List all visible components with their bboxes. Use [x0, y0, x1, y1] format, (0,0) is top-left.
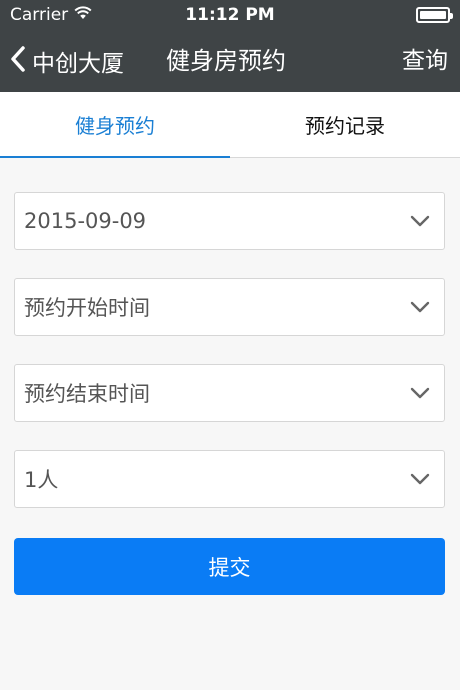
tab-booking-records[interactable]: 预约记录: [230, 92, 460, 157]
chevron-down-icon: [410, 301, 430, 313]
carrier-label: Carrier: [10, 5, 69, 25]
tab-bar: 健身预约 预约记录: [0, 92, 460, 158]
tab-gym-booking[interactable]: 健身预约: [0, 92, 230, 158]
back-button[interactable]: 中创大厦: [10, 30, 124, 92]
end-time-value: 预约结束时间: [24, 382, 150, 406]
chevron-down-icon: [410, 387, 430, 399]
battery-fill: [420, 11, 446, 19]
wifi-icon: [74, 5, 92, 25]
chevron-down-icon: [410, 215, 430, 227]
back-label: 中创大厦: [32, 51, 124, 77]
booking-form: 2015-09-09 预约开始时间 预约结束时间 1人: [14, 192, 445, 536]
people-value: 1人: [24, 468, 59, 492]
status-bar: Carrier 11:12 PM: [0, 0, 460, 30]
chevron-down-icon: [410, 473, 430, 485]
page-title: 健身房预约: [166, 47, 286, 75]
date-value: 2015-09-09: [24, 209, 147, 233]
date-select[interactable]: 2015-09-09: [14, 192, 445, 250]
navigation-bar: 中创大厦 健身房预约 查询: [0, 30, 460, 92]
start-time-value: 预约开始时间: [24, 296, 150, 320]
start-time-select[interactable]: 预约开始时间: [14, 278, 445, 336]
end-time-select[interactable]: 预约结束时间: [14, 364, 445, 422]
query-button[interactable]: 查询: [402, 30, 448, 92]
battery-icon: [416, 7, 453, 23]
people-select[interactable]: 1人: [14, 450, 445, 508]
chevron-left-icon: [10, 45, 26, 77]
submit-button[interactable]: 提交: [14, 538, 445, 595]
status-left: Carrier: [10, 5, 92, 25]
